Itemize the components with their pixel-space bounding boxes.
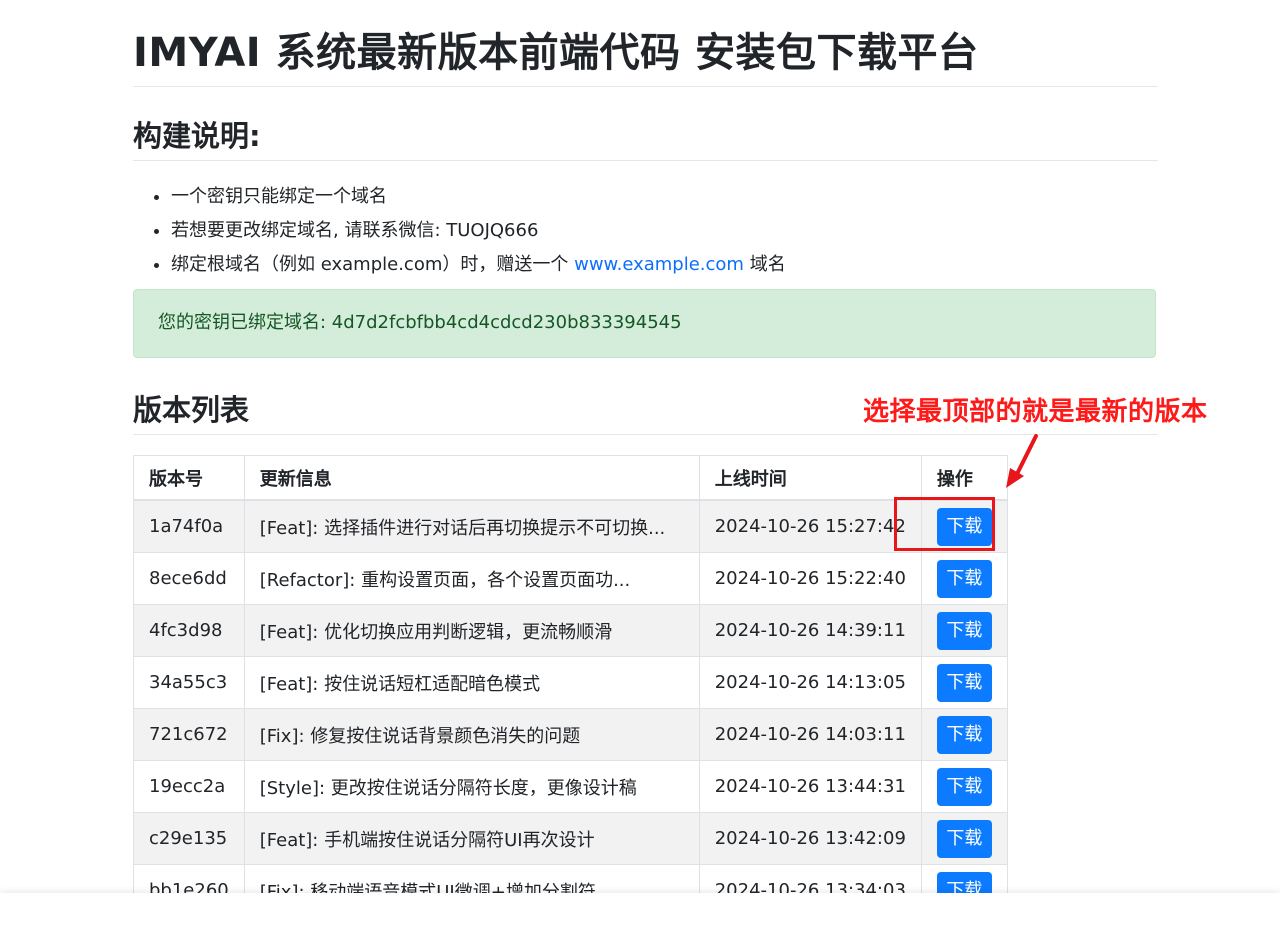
build-heading: 构建说明: <box>133 119 261 153</box>
bound-domain-alert: 您的密钥已绑定域名: 4d7d2fcbfbb4cd4cdcd230b833394… <box>133 289 1156 358</box>
table-row: 8ece6dd [Refactor]: 重构设置页面，各个设置页面功... 20… <box>133 552 1008 605</box>
download-button[interactable]: 下载 <box>936 663 992 702</box>
version-id: 34a55c3 <box>133 656 245 709</box>
download-button[interactable]: 下载 <box>936 871 992 893</box>
download-button[interactable]: 下载 <box>936 611 992 650</box>
release-time: 2024-10-26 13:44:31 <box>698 760 922 813</box>
build-note: 若想要更改绑定域名, 请联系微信: TUOJQ666 <box>171 214 786 248</box>
download-button[interactable]: 下载 <box>936 767 992 806</box>
download-button[interactable]: 下载 <box>936 715 992 754</box>
release-time: 2024-10-26 14:03:11 <box>698 708 922 761</box>
release-time: 2024-10-26 14:13:05 <box>698 656 922 709</box>
page-viewport: IMYAI 系统最新版本前端代码 安装包下载平台 构建说明: 一个密钥只能绑定一… <box>0 0 1280 893</box>
download-button[interactable]: 下载 <box>936 559 992 598</box>
build-note-suffix: 域名 <box>743 254 786 275</box>
table-row: 1a74f0a [Feat]: 选择插件进行对话后再切换提示不可切换... 20… <box>133 499 1008 553</box>
build-divider <box>133 160 1158 161</box>
version-id: 4fc3d98 <box>133 604 245 657</box>
version-id: c29e135 <box>133 812 245 865</box>
example-domain-link[interactable]: www.example.com <box>574 254 744 275</box>
action-cell: 下载 <box>920 812 1008 865</box>
update-message: [Feat]: 手机端按住说话分隔符UI再次设计 <box>243 812 700 865</box>
versions-heading: 版本列表 <box>133 393 250 427</box>
action-cell: 下载 <box>920 760 1008 813</box>
release-time: 2024-10-26 15:22:40 <box>698 552 922 605</box>
update-message: [Feat]: 选择插件进行对话后再切换提示不可切换... <box>243 499 700 553</box>
action-cell: 下载 <box>920 604 1008 657</box>
update-message-text: [Feat]: 手机端按住说话分隔符UI再次设计 <box>259 829 595 851</box>
build-note-prefix: 绑定根域名（例如 example.com）时，赠送一个 <box>171 254 575 275</box>
table-header-row: 版本号 更新信息 上线时间 操作 <box>133 455 1008 501</box>
column-header-message: 更新信息 <box>243 455 700 501</box>
update-message-text: [Feat]: 选择插件进行对话后再切换提示不可切换... <box>259 517 666 539</box>
bottom-bar <box>0 893 1280 931</box>
update-message: [Refactor]: 重构设置页面，各个设置页面功... <box>243 552 700 605</box>
table-row: bb1e260 [Fix]: 移动端语音模式UI微调+增加分割符 2024-10… <box>133 864 1008 894</box>
action-cell: 下载 <box>920 656 1008 709</box>
version-id: bb1e260 <box>133 864 245 893</box>
update-message-text: [Feat]: 按住说话短杠适配暗色模式 <box>259 673 541 695</box>
page-title: IMYAI 系统最新版本前端代码 安装包下载平台 <box>133 30 979 76</box>
build-note: 一个密钥只能绑定一个域名 <box>171 180 786 214</box>
version-id: 19ecc2a <box>133 760 245 813</box>
column-header-action: 操作 <box>920 455 1008 501</box>
version-id: 8ece6dd <box>133 552 245 605</box>
table-row: c29e135 [Feat]: 手机端按住说话分隔符UI再次设计 2024-10… <box>133 812 1008 865</box>
table-row: 19ecc2a [Style]: 更改按住说话分隔符长度，更像设计稿 2024-… <box>133 760 1008 813</box>
update-message: [Fix]: 移动端语音模式UI微调+增加分割符 <box>243 864 700 894</box>
update-message: [Feat]: 优化切换应用判断逻辑，更流畅顺滑 <box>243 604 700 657</box>
table-row: 4fc3d98 [Feat]: 优化切换应用判断逻辑，更流畅顺滑 2024-10… <box>133 604 1008 657</box>
version-id: 721c672 <box>133 708 245 761</box>
table-row: 721c672 [Fix]: 修复按住说话背景颜色消失的问题 2024-10-2… <box>133 708 1008 761</box>
version-id: 1a74f0a <box>133 499 245 553</box>
versions-table: 版本号 更新信息 上线时间 操作 1a74f0a [Feat]: 选择插件进行对… <box>133 455 1008 893</box>
build-note: 绑定根域名（例如 example.com）时，赠送一个 www.example.… <box>171 248 786 282</box>
action-cell: 下载 <box>920 552 1008 605</box>
title-divider <box>133 86 1158 87</box>
update-message-text: [Style]: 更改按住说话分隔符长度，更像设计稿 <box>259 777 637 799</box>
action-cell: 下载 <box>920 708 1008 761</box>
release-time: 2024-10-26 14:39:11 <box>698 604 922 657</box>
update-message: [Style]: 更改按住说话分隔符长度，更像设计稿 <box>243 760 700 813</box>
action-cell: 下载 <box>920 864 1008 893</box>
annotation-highlight-box <box>894 497 995 551</box>
release-time: 2024-10-26 15:27:42 <box>698 499 922 553</box>
annotation-arrow-icon <box>1006 434 1038 488</box>
annotation-callout-text: 选择最顶部的就是最新的版本 <box>863 397 1208 427</box>
release-time: 2024-10-26 13:42:09 <box>698 812 922 865</box>
build-notes-list: 一个密钥只能绑定一个域名 若想要更改绑定域名, 请联系微信: TUOJQ666 … <box>133 180 786 282</box>
update-message: [Feat]: 按住说话短杠适配暗色模式 <box>243 656 700 709</box>
column-header-version: 版本号 <box>133 455 245 501</box>
update-message-text: [Refactor]: 重构设置页面，各个设置页面功... <box>259 569 631 591</box>
update-message-text: [Feat]: 优化切换应用判断逻辑，更流畅顺滑 <box>259 621 613 643</box>
update-message-text: [Fix]: 修复按住说话背景颜色消失的问题 <box>259 725 581 747</box>
update-message: [Fix]: 修复按住说话背景颜色消失的问题 <box>243 708 700 761</box>
update-message-text: [Fix]: 移动端语音模式UI微调+增加分割符 <box>259 881 596 894</box>
release-time: 2024-10-26 13:34:03 <box>698 864 922 893</box>
column-header-time: 上线时间 <box>698 455 922 501</box>
table-row: 34a55c3 [Feat]: 按住说话短杠适配暗色模式 2024-10-26 … <box>133 656 1008 709</box>
download-button[interactable]: 下载 <box>936 819 992 858</box>
